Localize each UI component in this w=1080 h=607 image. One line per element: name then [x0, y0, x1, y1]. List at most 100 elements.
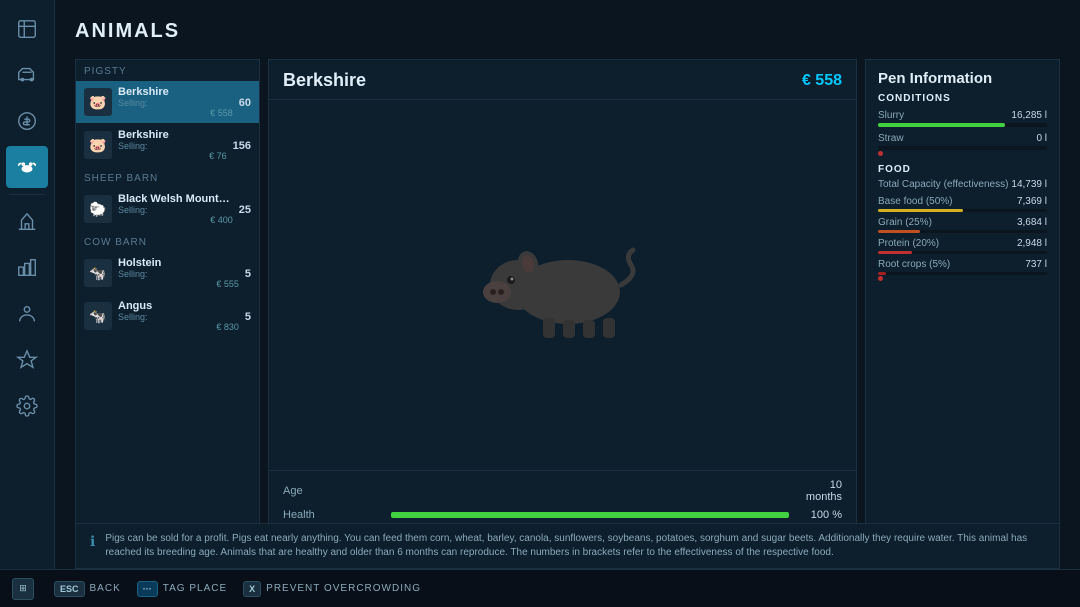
- food-base-bar-bg: [878, 209, 1047, 212]
- stat-value-health: 100 %: [797, 509, 842, 521]
- animal-price: € 830: [118, 322, 239, 332]
- animal-right: 5: [245, 310, 251, 323]
- food-base-label: Base food (50%): [878, 196, 953, 207]
- straw-row: Straw 0 l: [878, 133, 1047, 144]
- bottom-info-area: ℹ Pigs can be sold for a profit. Pigs ea…: [55, 523, 1080, 569]
- sidebar-item-production[interactable]: [6, 247, 48, 289]
- sidebar-item-fields[interactable]: [6, 201, 48, 243]
- main-content: ANIMALS PIGSTY 🐷 Berkshire Selling: € 55…: [55, 0, 1080, 607]
- animal-icon: 🐑: [84, 195, 112, 223]
- animal-price: € 558: [118, 108, 233, 118]
- animal-price: € 76: [118, 151, 227, 161]
- animal-count: 5: [245, 268, 251, 280]
- animal-row[interactable]: 🐄 Angus Selling: € 830 5: [76, 295, 259, 338]
- animal-count: 60: [239, 97, 251, 109]
- back-button[interactable]: ESC BACK: [54, 581, 121, 597]
- prevent-overcrowding-button[interactable]: X PREVENT OVERCROWDING: [243, 581, 421, 597]
- animal-detail-value: € 558: [802, 72, 842, 90]
- animal-right: 5: [245, 267, 251, 280]
- stat-label-age: Age: [283, 485, 383, 497]
- sidebar-item-animals[interactable]: [6, 146, 48, 188]
- animal-price: € 400: [118, 215, 233, 225]
- animal-price: € 555: [118, 279, 239, 289]
- corner-button[interactable]: ⊞: [12, 578, 34, 600]
- esc-key: ESC: [54, 581, 85, 597]
- back-label: BACK: [90, 583, 121, 594]
- sidebar-item-finance[interactable]: [6, 100, 48, 142]
- food-item-protein: Protein (20%) 2,948 l: [878, 238, 1047, 254]
- food-section-label: FOOD: [878, 164, 1047, 175]
- section-label-sheep: SHEEP BARN: [76, 167, 259, 188]
- food-root-label: Root crops (5%): [878, 259, 950, 270]
- pen-info-panel: Pen Information CONDITIONS Slurry 16,285…: [865, 59, 1060, 556]
- straw-dot: [878, 151, 883, 156]
- section-label-pigsty: PIGSTY: [76, 60, 259, 81]
- animal-status: Selling:: [118, 269, 239, 279]
- straw-value: 0 l: [1036, 133, 1047, 144]
- animal-3d-view: [269, 100, 856, 470]
- health-bar-container: [391, 512, 789, 518]
- animal-info: Berkshire Selling: € 558: [118, 86, 233, 118]
- food-grain-value: 3,684 l: [1017, 217, 1047, 228]
- health-bar: [391, 512, 789, 518]
- sidebar-item-workers[interactable]: [6, 293, 48, 335]
- sidebar-item-map[interactable]: [6, 8, 48, 50]
- food-protein-label: Protein (20%): [878, 238, 939, 249]
- food-root-value: 737 l: [1025, 259, 1047, 270]
- food-item-root-row: Root crops (5%) 737 l: [878, 259, 1047, 270]
- sidebar: [0, 0, 55, 607]
- slurry-row: Slurry 16,285 l: [878, 110, 1047, 121]
- food-base-value: 7,369 l: [1017, 196, 1047, 207]
- animal-row[interactable]: 🐷 Berkshire Selling: € 76 156: [76, 124, 259, 167]
- animal-status: Selling:: [118, 98, 233, 108]
- center-panel: Berkshire € 558: [268, 59, 857, 556]
- straw-bar-bg: [878, 146, 1047, 150]
- food-root-bar: [878, 272, 886, 275]
- info-icon: ℹ: [90, 533, 95, 550]
- straw-label: Straw: [878, 133, 904, 144]
- animal-name: Holstein: [118, 257, 239, 269]
- conditions-section-label: CONDITIONS: [878, 93, 1047, 104]
- slurry-bar-bg: [878, 123, 1047, 127]
- animal-name: Angus: [118, 300, 239, 312]
- animal-name: Berkshire: [118, 86, 233, 98]
- food-protein-bar: [878, 251, 912, 254]
- sidebar-item-missions[interactable]: [6, 339, 48, 381]
- animal-right: 25: [239, 203, 251, 216]
- animal-row[interactable]: 🐑 Black Welsh Mountain Selling: € 400 25: [76, 188, 259, 231]
- animal-icon: 🐄: [84, 259, 112, 287]
- sidebar-item-vehicle[interactable]: [6, 54, 48, 96]
- animal-name: Black Welsh Mountain: [118, 193, 233, 205]
- food-item-base: Base food (50%) 7,369 l: [878, 196, 1047, 212]
- slurry-label: Slurry: [878, 110, 904, 121]
- animal-count: 25: [239, 204, 251, 216]
- animal-row[interactable]: 🐷 Berkshire Selling: € 558 60: [76, 81, 259, 124]
- food-item-base-row: Base food (50%) 7,369 l: [878, 196, 1047, 207]
- animal-icon: 🐷: [84, 88, 112, 116]
- food-item-grain: Grain (25%) 3,684 l: [878, 217, 1047, 233]
- animal-detail-header: Berkshire € 558: [269, 60, 856, 100]
- animal-detail-name: Berkshire: [283, 70, 366, 91]
- stat-row-health: Health 100 %: [283, 509, 842, 521]
- food-total-label: Total Capacity (effectiveness): [878, 179, 1008, 190]
- food-total-value: 14,739 l: [1011, 179, 1047, 190]
- sidebar-item-settings[interactable]: [6, 385, 48, 427]
- animal-status: Selling:: [118, 205, 233, 215]
- animal-info: Holstein Selling: € 555: [118, 257, 239, 289]
- animal-right: 60: [239, 96, 251, 109]
- section-label-cow: COW BARN: [76, 231, 259, 252]
- animal-icon: 🐄: [84, 302, 112, 330]
- bottom-bar: ⊞ ESC BACK ··· TAG PLACE X PREVENT OVERC…: [0, 569, 1080, 607]
- slurry-value: 16,285 l: [1011, 110, 1047, 121]
- food-section: FOOD Total Capacity (effectiveness) 14,7…: [878, 164, 1047, 281]
- animal-right: 156: [233, 139, 251, 152]
- animal-icon: 🐷: [84, 131, 112, 159]
- animal-info: Black Welsh Mountain Selling: € 400: [118, 193, 233, 225]
- animal-info: Berkshire Selling: € 76: [118, 129, 227, 161]
- info-box: ℹ Pigs can be sold for a profit. Pigs ea…: [75, 523, 1060, 569]
- tag-place-button[interactable]: ··· TAG PLACE: [137, 581, 227, 597]
- animal-row[interactable]: 🐄 Holstein Selling: € 555 5: [76, 252, 259, 295]
- root-dot: [878, 276, 883, 281]
- animal-count: 156: [233, 140, 251, 152]
- tag-key: ···: [137, 581, 158, 597]
